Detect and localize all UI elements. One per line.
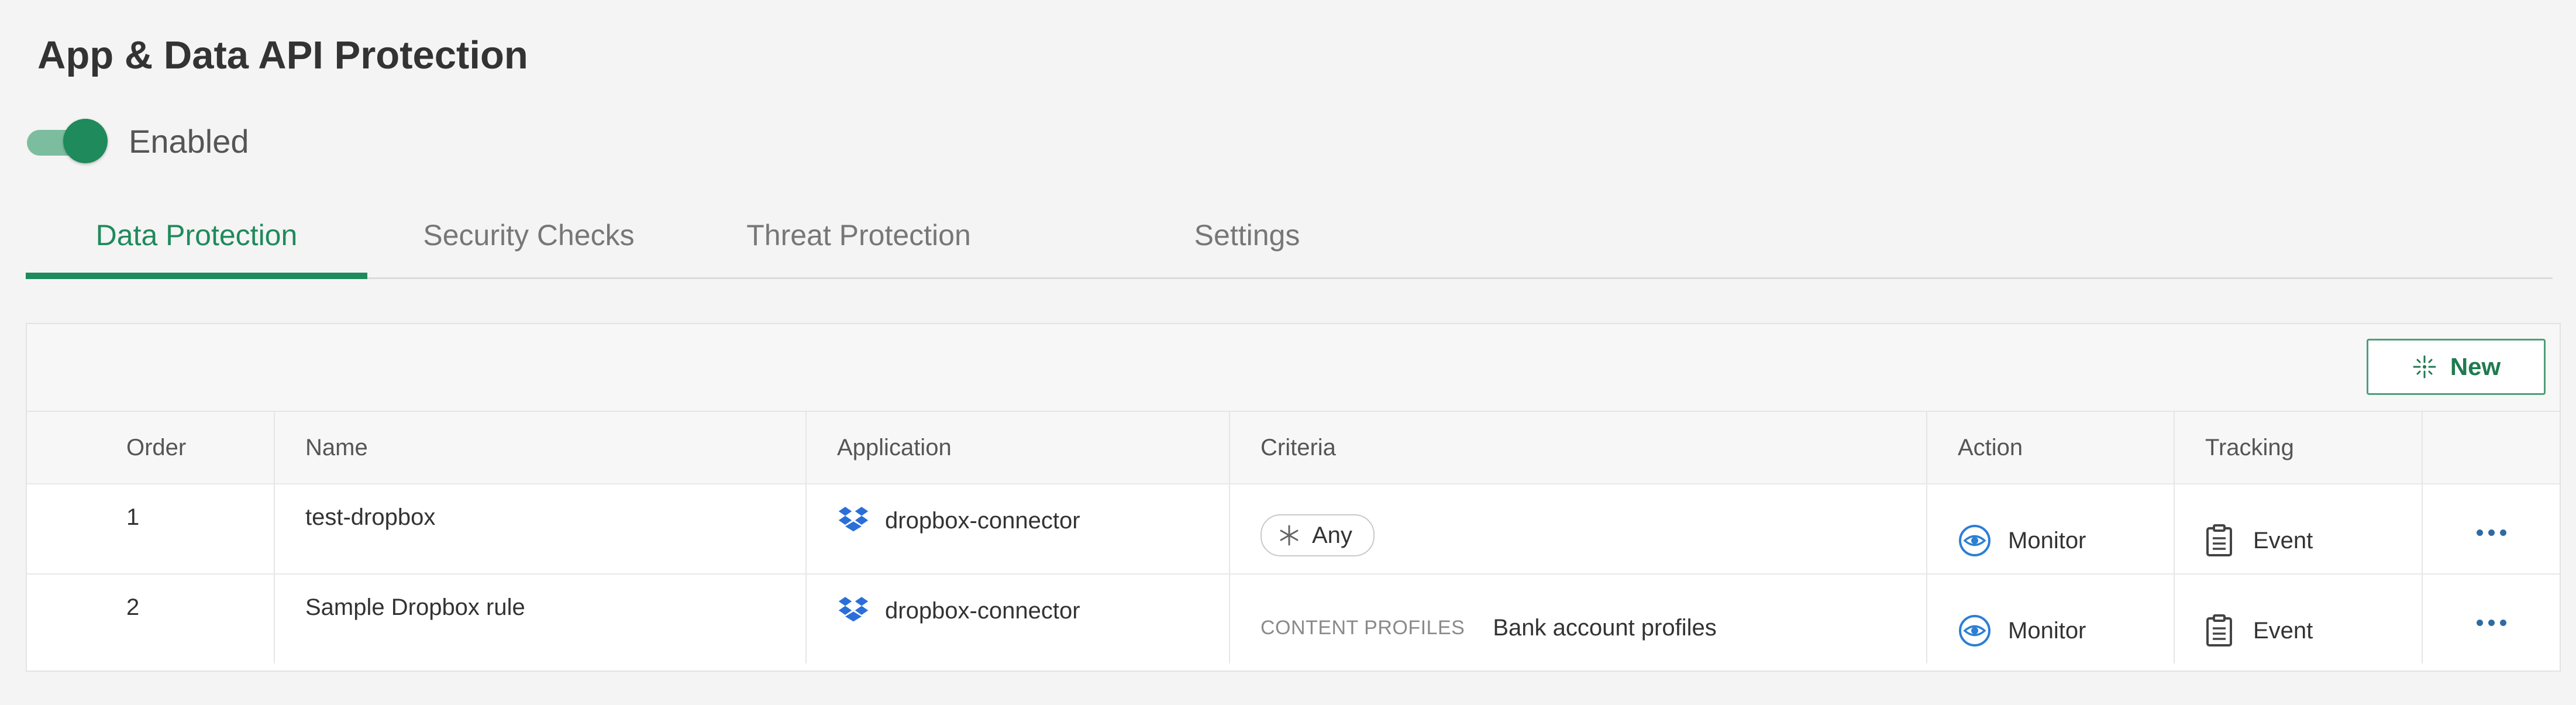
- rules-table: Order Name Application Criteria Action T…: [27, 412, 2560, 663]
- criteria-any-chip: Any: [1261, 514, 1375, 556]
- column-header-action[interactable]: Action: [1927, 412, 2175, 483]
- tab-threat-protection[interactable]: Threat Protection: [697, 193, 1020, 277]
- eye-icon: [1958, 614, 1992, 648]
- tab-settings[interactable]: Settings: [1166, 193, 1328, 277]
- new-button-label: New: [2450, 353, 2501, 380]
- sparkle-icon: [2412, 354, 2450, 380]
- row-actions-cell: [2423, 484, 2560, 573]
- tracking-label: Event: [2253, 617, 2313, 644]
- page: App & Data API Protection Enabled Data P…: [0, 0, 2576, 705]
- application-cell: dropbox-connector: [807, 575, 1230, 663]
- column-header-actions-menu: [2423, 412, 2560, 483]
- more-options-icon[interactable]: [2476, 619, 2506, 626]
- application-name: dropbox-connector: [885, 597, 1080, 624]
- criteria-value: Bank account profiles: [1493, 614, 1717, 641]
- column-header-criteria[interactable]: Criteria: [1230, 412, 1927, 483]
- action-label: Monitor: [2008, 617, 2086, 644]
- column-header-order[interactable]: Order: [27, 412, 275, 483]
- toggle-label: Enabled: [129, 122, 249, 160]
- row-actions-cell: [2423, 575, 2560, 663]
- criteria-cell: Any: [1230, 484, 1927, 573]
- tab-data-protection[interactable]: Data Protection: [26, 193, 367, 279]
- table-row[interactable]: 2 Sample Dropbox rule dropbox-connector …: [27, 575, 2560, 663]
- page-title: App & Data API Protection: [37, 33, 528, 77]
- tab-bar: Data Protection Security Checks Threat P…: [26, 193, 2553, 279]
- criteria-type-label: CONTENT PROFILES: [1261, 616, 1465, 639]
- new-button[interactable]: New: [2367, 339, 2546, 395]
- action-cell: Monitor: [1927, 575, 2175, 663]
- tab-security-checks[interactable]: Security Checks: [390, 193, 668, 277]
- table-toolbar: New: [27, 324, 2560, 412]
- name-cell[interactable]: Sample Dropbox rule: [275, 575, 807, 663]
- tracking-label: Event: [2253, 527, 2313, 553]
- column-header-name[interactable]: Name: [275, 412, 807, 483]
- action-label: Monitor: [2008, 527, 2086, 553]
- clipboard-icon: [2205, 524, 2233, 557]
- toggle-knob: [63, 119, 108, 163]
- tracking-cell: Event: [2175, 484, 2423, 573]
- order-cell: 1: [27, 484, 275, 573]
- more-options-icon[interactable]: [2476, 529, 2506, 536]
- enabled-toggle-row: Enabled: [27, 117, 249, 165]
- name-cell[interactable]: test-dropbox: [275, 484, 807, 573]
- criteria-cell: CONTENT PROFILES Bank account profiles: [1230, 575, 1927, 663]
- application-cell: dropbox-connector: [807, 484, 1230, 573]
- table-row[interactable]: 1 test-dropbox dropbox-connector Any Mon…: [27, 484, 2560, 575]
- eye-icon: [1958, 524, 1992, 558]
- column-header-application[interactable]: Application: [807, 412, 1230, 483]
- order-cell: 2: [27, 575, 275, 663]
- clipboard-icon: [2205, 614, 2233, 647]
- application-name: dropbox-connector: [885, 507, 1080, 534]
- dropbox-icon: [837, 594, 870, 627]
- tracking-cell: Event: [2175, 575, 2423, 663]
- dropbox-icon: [837, 504, 870, 537]
- asterisk-icon: [1278, 524, 1300, 546]
- column-header-tracking[interactable]: Tracking: [2175, 412, 2423, 483]
- rules-card: New Order Name Application Criteria Acti…: [26, 323, 2561, 672]
- action-cell: Monitor: [1927, 484, 2175, 573]
- criteria-chip-label: Any: [1312, 522, 1352, 548]
- enabled-toggle[interactable]: [27, 117, 109, 165]
- table-header-row: Order Name Application Criteria Action T…: [27, 412, 2560, 484]
